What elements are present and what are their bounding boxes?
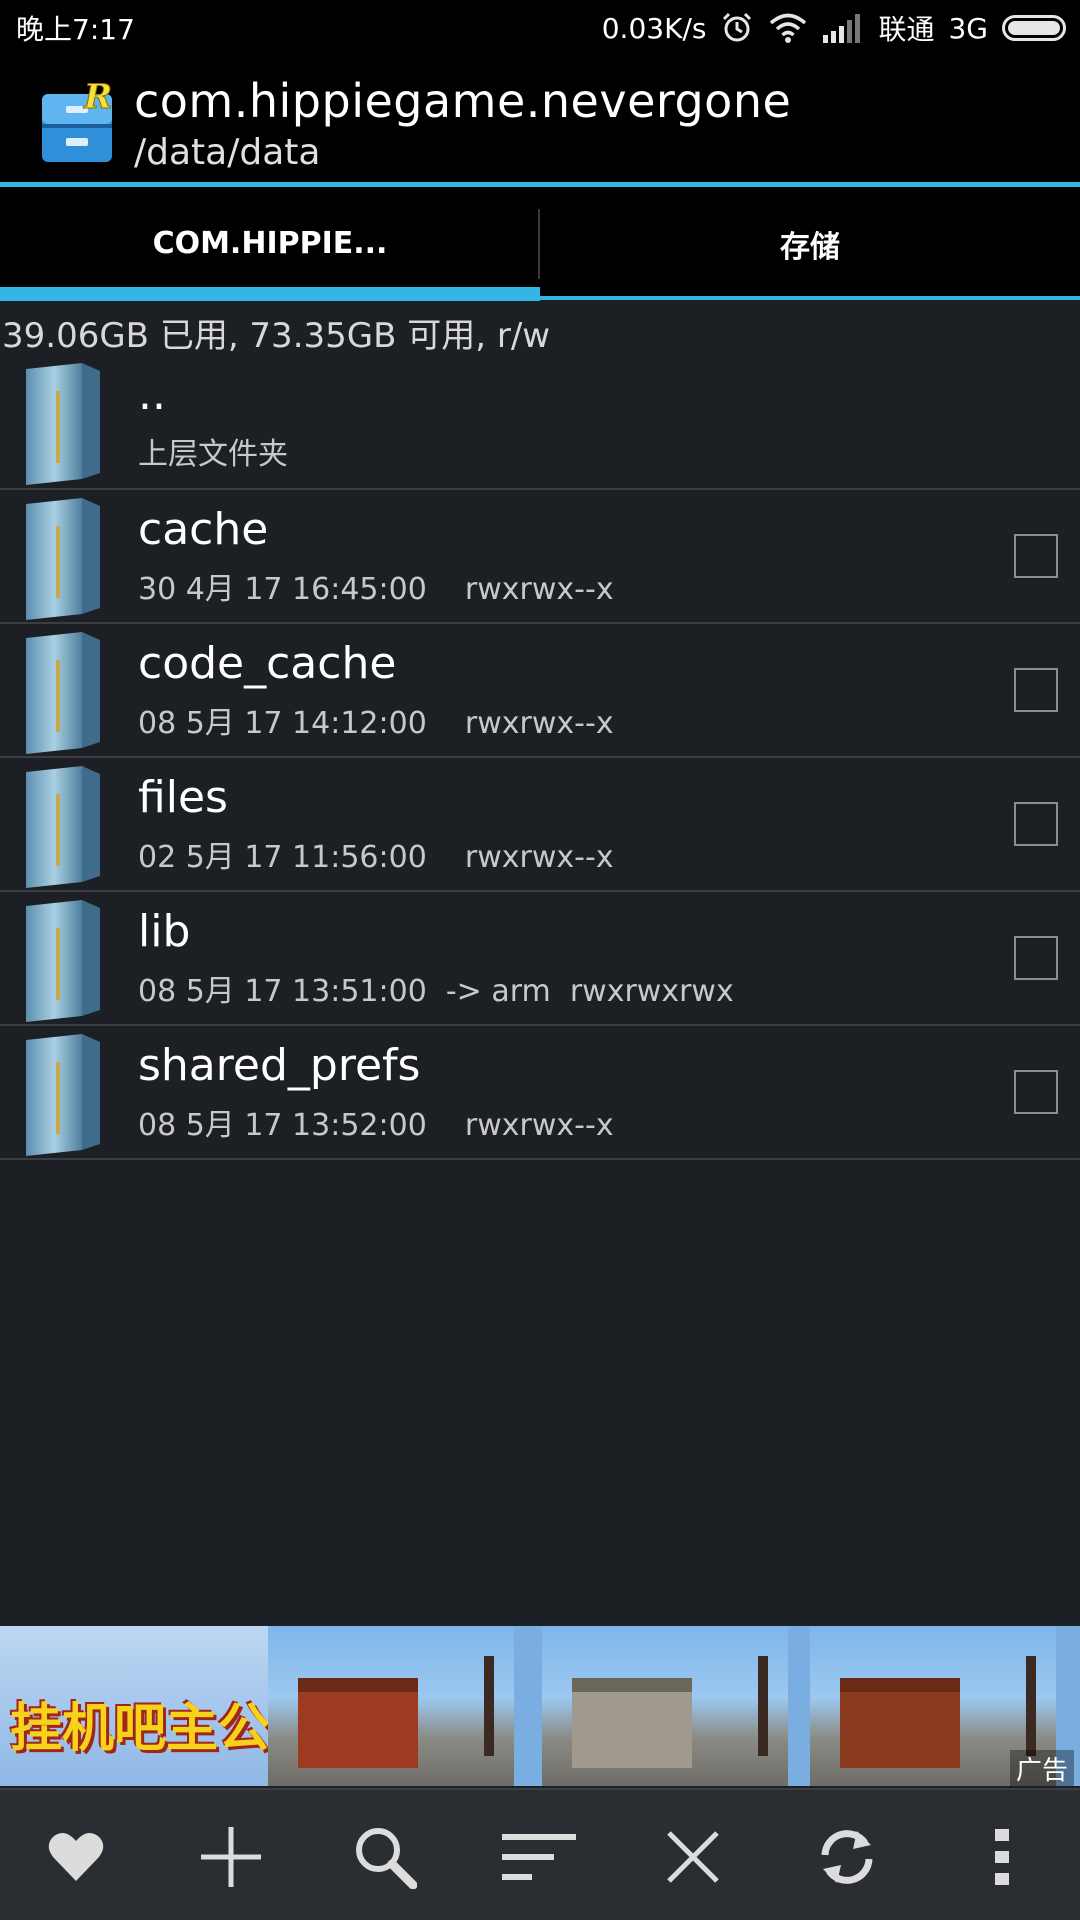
add-button[interactable] [186,1812,276,1902]
select-checkbox[interactable] [1014,534,1058,578]
file-list: .. 上层文件夹 cache 30 4月 17 16:45:00 rwxrwx-… [0,355,1080,1160]
tab-label: COM.HIPPIE... [152,226,388,261]
status-right: 0.03K/s 联通 3G [602,8,1066,48]
tab-label: 存储 [780,229,840,265]
logo-letter: R [83,80,112,117]
tab-indicator-inactive [540,296,1080,300]
file-name: cache [138,504,269,555]
signal-icon [822,8,864,48]
more-vert-icon [995,1829,1009,1885]
ad-scene-image [542,1626,788,1786]
select-checkbox[interactable] [1014,1070,1058,1114]
file-meta: 02 5月 17 11:56:00 rwxrwx--x [138,840,614,875]
file-name: shared_prefs [138,1040,421,1091]
folder-icon [22,496,104,620]
ad-banner[interactable]: 挂机吧主公 广告 [0,1626,1080,1786]
list-item-files[interactable]: files 02 5月 17 11:56:00 rwxrwx--x [0,758,1080,892]
folder-icon [22,630,104,754]
ad-scene-image [268,1626,514,1786]
tab-indicator-active [0,287,540,301]
sort-icon [502,1834,576,1880]
alarm-icon [720,8,754,48]
storage-info: 39.06GB 已用, 73.35GB 可用, r/w [2,316,551,356]
ad-game-logo: 挂机吧主公 [0,1626,271,1786]
list-item-lib[interactable]: lib 08 5月 17 13:51:00 -> arm rwxrwxrwx [0,892,1080,1026]
status-time: 晚上7:17 [16,13,135,46]
tab-divider [538,209,540,279]
select-checkbox[interactable] [1014,668,1058,712]
search-button[interactable] [340,1812,430,1902]
close-button[interactable] [648,1812,738,1902]
file-meta: 上层文件夹 [138,437,288,472]
list-item-cache[interactable]: cache 30 4月 17 16:45:00 rwxrwx--x [0,490,1080,624]
current-path: /data/data [134,132,321,173]
folder-icon [22,764,104,888]
ad-logo-text: 挂机吧主公 [10,1699,271,1759]
folder-icon [22,898,104,1022]
list-item-code-cache[interactable]: code_cache 08 5月 17 14:12:00 rwxrwx--x [0,624,1080,758]
bottom-toolbar [0,1788,1080,1920]
file-meta: 08 5月 17 14:12:00 rwxrwx--x [138,706,614,741]
app-title: com.hippiegame.nevergone [134,74,792,128]
folder-icon [22,1032,104,1156]
file-name: lib [138,906,191,957]
carrier-label: 联通 [878,13,935,46]
folder-icon [22,361,104,485]
file-meta: 08 5月 17 13:52:00 rwxrwx--x [138,1108,614,1143]
more-options-button[interactable] [957,1812,1047,1902]
file-meta: 30 4月 17 16:45:00 rwxrwx--x [138,572,614,607]
wifi-icon [768,8,808,48]
app-bar: R com.hippiegame.nevergone /data/data [0,56,1080,182]
tab-current-folder[interactable]: COM.HIPPIE... [0,187,540,300]
app-logo-icon[interactable]: R [40,77,118,164]
tab-bar: COM.HIPPIE... 存储 [0,187,1080,300]
close-icon [667,1831,719,1883]
refresh-icon [821,1830,873,1884]
net-speed: 0.03K/s [601,11,707,45]
add-icon [201,1827,261,1887]
select-checkbox[interactable] [1014,936,1058,980]
network-type: 3G [948,11,988,45]
select-checkbox[interactable] [1014,802,1058,846]
favorite-icon [48,1832,104,1881]
sort-button[interactable] [494,1812,584,1902]
battery-icon [1002,15,1066,41]
file-meta: 08 5月 17 13:51:00 -> arm rwxrwxrwx [138,974,734,1009]
tab-storage[interactable]: 存储 [540,187,1080,300]
file-name: files [138,772,228,823]
ad-label: 广告 [1009,1750,1074,1786]
favorite-button[interactable] [31,1812,121,1902]
list-item-shared-prefs[interactable]: shared_prefs 08 5月 17 13:52:00 rwxrwx--x [0,1026,1080,1160]
file-name: .. [138,369,166,420]
list-item-parent-folder[interactable]: .. 上层文件夹 [0,355,1080,490]
status-bar: 晚上7:17 0.03K/s 联通 3G [0,0,1080,56]
search-icon [356,1828,417,1889]
file-name: code_cache [138,638,397,689]
refresh-button[interactable] [802,1812,892,1902]
